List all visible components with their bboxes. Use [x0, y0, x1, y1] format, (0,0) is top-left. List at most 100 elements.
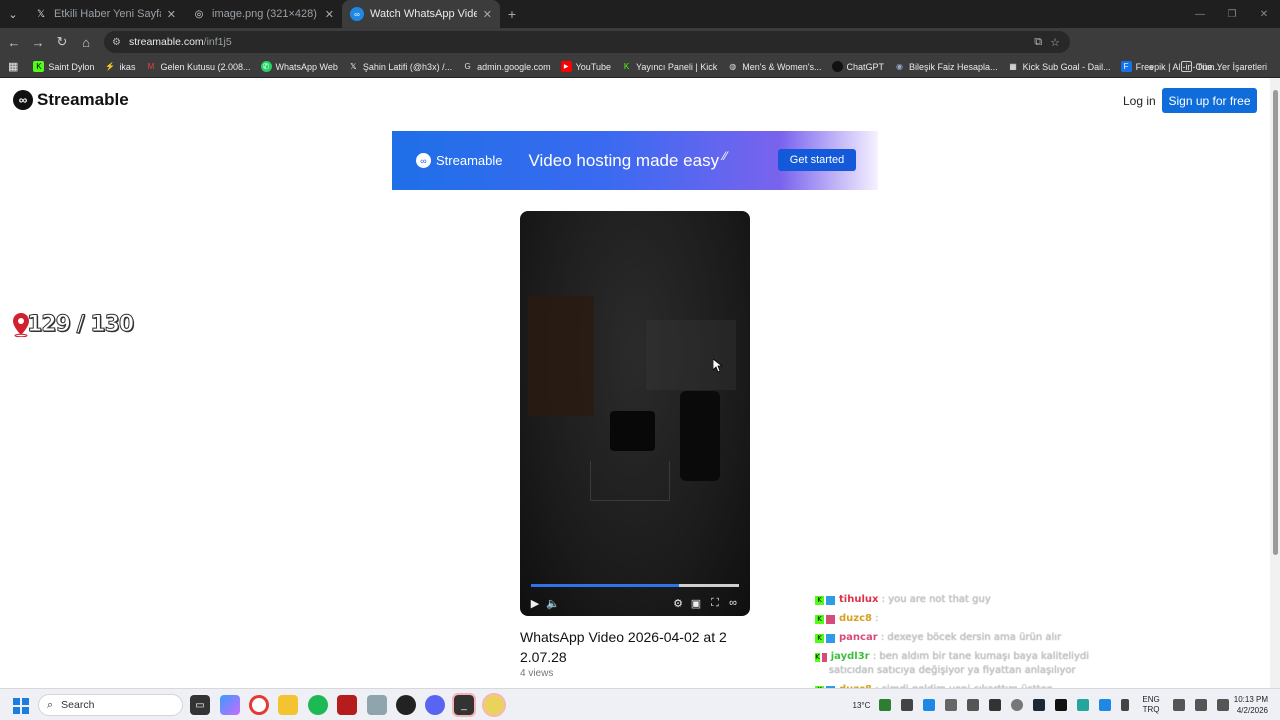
bookmark-ikas[interactable]: ⚡ ikas: [99, 61, 140, 72]
clock[interactable]: 10:13 PM 4/2/2026: [1234, 694, 1268, 716]
calc-icon: ◉: [896, 62, 904, 71]
streamable-watermark-icon[interactable]: ∞: [725, 593, 741, 613]
volume-tray-icon[interactable]: [1194, 699, 1207, 711]
translate-icon[interactable]: ⧉: [1034, 36, 1042, 49]
bookmark-whatsapp[interactable]: ✆ WhatsApp Web: [256, 61, 343, 72]
forward-icon[interactable]: →: [26, 30, 50, 54]
bookmark-kick-panel[interactable]: K Yayıncı Paneli | Kick: [616, 61, 722, 72]
video-frame-shelf: [528, 296, 594, 416]
video-title: WhatsApp Video 2026-04-02 at 2 2.07.28: [520, 629, 727, 665]
promo-banner[interactable]: ∞ Streamable Video hosting made easy ⁄⁄ …: [392, 131, 878, 190]
streamable-page: ∞ Streamable Log in Sign up for free ∞ S…: [0, 78, 1270, 714]
bookmark-saint-dylon[interactable]: K Saint Dylon: [28, 61, 99, 72]
chat-username: pancar: [839, 632, 878, 643]
game-app-icon[interactable]: [337, 695, 357, 715]
tab-image-png[interactable]: ◎ image.png (321×428) ✕: [184, 0, 342, 28]
tray-app-icon[interactable]: [1011, 699, 1024, 711]
windows-start-icon[interactable]: [13, 698, 29, 714]
get-started-button[interactable]: Get started: [778, 149, 856, 171]
scrollbar-thumb[interactable]: [1273, 90, 1278, 555]
bookmarks-overflow-icon[interactable]: »: [1143, 62, 1158, 72]
address-bar[interactable]: ⚙ streamable.com/inf1j5 ⧉ ☆: [104, 31, 1070, 53]
video-progress-bar[interactable]: [531, 584, 739, 587]
bookmark-label: ChatGPT: [846, 61, 885, 72]
reload-icon[interactable]: ↻: [50, 30, 74, 54]
picture-in-picture-icon[interactable]: ▣: [688, 593, 704, 613]
chat-message: Ktihulux : you are not that guy: [815, 593, 1105, 607]
home-icon[interactable]: ⌂: [74, 30, 98, 54]
tray-app-icon[interactable]: [923, 699, 936, 711]
windows-taskbar: ⌕ Search ▭ _ 13°C ENG TRQ 10:13 PM 4/2/2: [0, 688, 1280, 720]
signup-button[interactable]: Sign up for free: [1162, 88, 1257, 113]
tab-etkili-haber[interactable]: 𝕏 Etkili Haber Yeni Sayfa on X: "C ✕: [26, 0, 184, 28]
obs-icon[interactable]: [396, 695, 416, 715]
fullscreen-icon[interactable]: ⛶: [707, 593, 723, 613]
back-icon[interactable]: ←: [2, 30, 26, 54]
login-link[interactable]: Log in: [1123, 94, 1156, 108]
spotify-icon[interactable]: [308, 695, 328, 715]
counter-text: 129 / 130: [26, 312, 134, 338]
microphone-icon[interactable]: [1121, 699, 1130, 711]
tray-app-icon[interactable]: [945, 699, 958, 711]
tab-streamable[interactable]: ∞ Watch WhatsApp Video 2026-0 ✕: [342, 0, 500, 28]
freepik-icon: F: [1120, 61, 1132, 72]
new-tab-button[interactable]: +: [500, 6, 524, 22]
copilot-icon[interactable]: [220, 695, 240, 715]
battery-icon[interactable]: [1216, 699, 1229, 711]
restore-icon[interactable]: ❐: [1216, 0, 1248, 28]
task-view-icon[interactable]: ▭: [190, 695, 210, 715]
chrome-icon[interactable]: [249, 695, 269, 715]
tray-app-icon[interactable]: [901, 699, 914, 711]
tray-app-icon[interactable]: [1077, 699, 1090, 711]
streamable-logo[interactable]: ∞ Streamable: [13, 90, 129, 110]
close-tab-icon[interactable]: ✕: [325, 8, 334, 21]
network-icon[interactable]: [1172, 699, 1185, 711]
bookmark-mens-womens[interactable]: ◍ Men's & Women's...: [722, 61, 826, 72]
language-indicator[interactable]: ENG TRQ: [1142, 695, 1159, 715]
apps-grid-icon[interactable]: ▦: [0, 60, 28, 73]
app-icon[interactable]: [482, 693, 506, 717]
taskbar-search[interactable]: ⌕ Search: [38, 694, 183, 716]
volume-icon[interactable]: 🔈: [545, 593, 561, 613]
minimize-icon[interactable]: —: [1184, 0, 1216, 28]
page-scrollbar[interactable]: [1270, 78, 1280, 688]
video-player[interactable]: ▶ 🔈 ⚙ ▣ ⛶ ∞: [520, 211, 750, 616]
tray-app-icon[interactable]: [879, 699, 892, 711]
bookmark-kick-sub-goal[interactable]: ▦ Kick Sub Goal - Dail...: [1003, 61, 1116, 72]
terminal-icon[interactable]: _: [452, 693, 476, 717]
weather-temp: 13°C: [852, 700, 871, 710]
bookmark-admin-google[interactable]: Gadmin.google.com: [457, 61, 556, 72]
bookmark-label: Bileşik Faiz Hesapla...: [909, 61, 998, 72]
close-tab-icon[interactable]: ✕: [483, 8, 492, 21]
tray-app-icon[interactable]: [989, 699, 1002, 711]
url-path: /inf1j5: [203, 36, 232, 48]
discord-icon[interactable]: [425, 695, 445, 715]
site-info-icon[interactable]: ⚙: [112, 37, 121, 48]
sparkle-icon: ⁄⁄: [723, 148, 728, 163]
video-frame-chair: [610, 411, 655, 451]
x-tray-icon[interactable]: [1055, 699, 1068, 711]
steam-icon[interactable]: [1033, 699, 1046, 711]
tray-app-icon[interactable]: [967, 699, 980, 711]
bolt-icon: ⚡: [104, 62, 115, 71]
lang-bottom: TRQ: [1142, 705, 1160, 714]
bookmark-bilesik-faiz[interactable]: ◉ Bileşik Faiz Hesapla...: [889, 61, 1003, 72]
all-bookmarks-folder[interactable]: Tüm Yer İşaretleri: [1176, 61, 1272, 72]
settings-app-icon[interactable]: [367, 695, 387, 715]
video-frame-table: [590, 461, 670, 501]
settings-gear-icon[interactable]: ⚙: [670, 593, 686, 613]
close-tab-icon[interactable]: ✕: [167, 8, 176, 21]
play-icon[interactable]: ▶: [527, 593, 543, 613]
bookmark-gmail[interactable]: M Gelen Kutusu (2.008...: [140, 61, 255, 72]
grid-icon: ▦: [1009, 62, 1017, 71]
close-window-icon[interactable]: ✕: [1248, 0, 1280, 28]
file-explorer-icon[interactable]: [278, 695, 298, 715]
chat-message: Kpancar : dexeye böcek dersin ama ürün a…: [815, 631, 1105, 645]
bookmark-youtube[interactable]: ▶ YouTube: [556, 61, 616, 72]
tab-search-chevron-icon[interactable]: ⌄: [0, 0, 26, 28]
bookmark-star-icon[interactable]: ☆: [1050, 36, 1060, 49]
bluetooth-icon[interactable]: [1099, 699, 1112, 711]
bookmark-chatgpt[interactable]: ChatGPT: [827, 61, 890, 72]
bookmark-sahin-latifi[interactable]: 𝕏 Şahin Latifi (@h3x) /...: [343, 61, 457, 72]
folder-icon: [1181, 61, 1193, 72]
